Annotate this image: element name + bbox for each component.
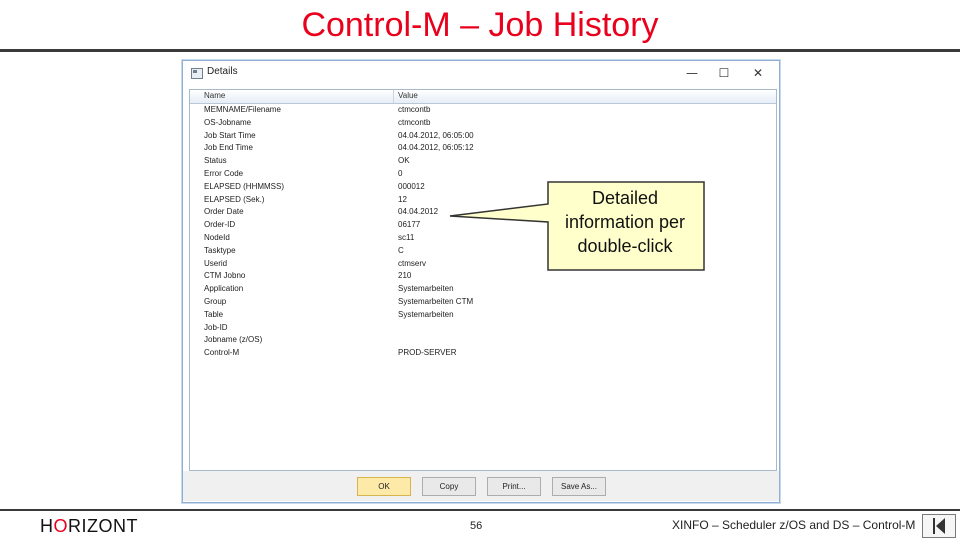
callout-line-2: information per: [564, 212, 686, 232]
callout-line-3: double-click: [577, 236, 673, 256]
callout-line-1: Detailed: [591, 188, 659, 208]
footer-divider: [0, 509, 960, 511]
footer-text: XINFO – Scheduler z/OS and DS – Control-…: [672, 518, 916, 532]
first-slide-icon[interactable]: [922, 514, 956, 538]
page-number: 56: [470, 520, 483, 532]
brand-logo: HORIZONT: [40, 516, 138, 537]
callout-text: Detailed information per double-click: [546, 186, 704, 258]
brand-rest: RIZONT: [68, 516, 139, 536]
callout-shape: [449, 181, 705, 271]
brand-letter-o: O: [53, 516, 69, 536]
brand-letter-h: H: [40, 516, 54, 536]
